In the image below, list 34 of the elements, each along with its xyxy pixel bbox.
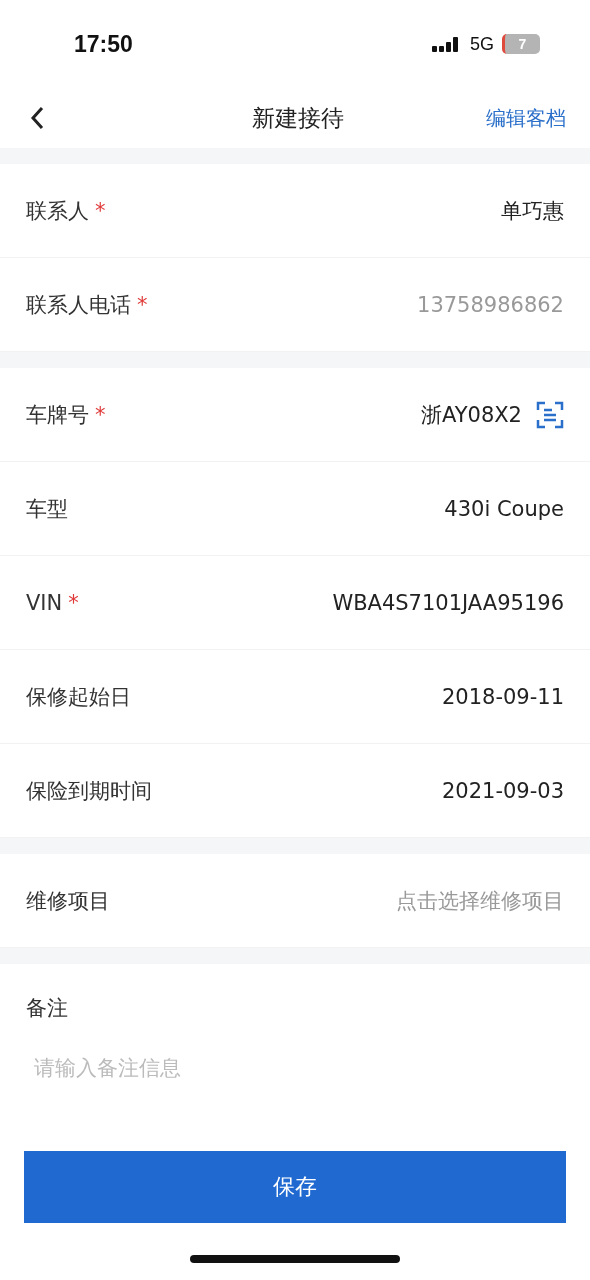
required-mark: * [137, 292, 148, 317]
field-value: 2021-09-03 [441, 778, 564, 803]
form-row[interactable]: VIN * WBA4S7101JAA95196 [0, 556, 590, 650]
field-label: 联系人电话 [26, 292, 131, 317]
network-label: 5G [470, 33, 494, 55]
back-icon [30, 106, 44, 130]
field-placeholder: 点击选择维修项目 [396, 887, 564, 915]
form-row[interactable]: 车牌号 * 浙AY08X2 [0, 368, 590, 462]
field-label: 备注 [26, 995, 69, 1022]
field-label: 车型 [26, 496, 68, 521]
form-row[interactable]: 保修起始日 2018-09-11 [0, 650, 590, 744]
field-label: 保修起始日 [26, 684, 131, 709]
field-label: VIN [26, 590, 63, 615]
required-mark: * [95, 198, 106, 223]
page-title: 新建接待 [252, 103, 344, 133]
required-mark: * [95, 402, 106, 427]
field-value: 430i Coupe [444, 496, 564, 521]
scan-icon[interactable] [536, 400, 564, 429]
form-row[interactable]: 联系人 * 单巧惠 [0, 164, 590, 258]
field-value: 2018-09-11 [441, 684, 564, 709]
battery-indicator: 7 [502, 34, 540, 54]
field-value: 13758986862 [417, 292, 564, 317]
field-value: 单巧惠 [501, 197, 564, 225]
field-value: 浙AY08X2 [420, 401, 522, 429]
field-label: 车牌号 [26, 402, 89, 427]
field-label: 联系人 [26, 198, 89, 223]
edit-profile-link[interactable]: 编辑客档 [486, 104, 566, 132]
field-label: 保险到期时间 [26, 778, 152, 803]
field-value: WBA4S7101JAA95196 [332, 590, 564, 615]
save-button[interactable]: 保存 [24, 1151, 566, 1223]
field-label: 维修项目 [26, 888, 110, 913]
form-row[interactable]: 车型 430i Coupe [0, 462, 590, 556]
status-time: 17:50 [74, 30, 133, 58]
required-mark: * [68, 590, 79, 615]
